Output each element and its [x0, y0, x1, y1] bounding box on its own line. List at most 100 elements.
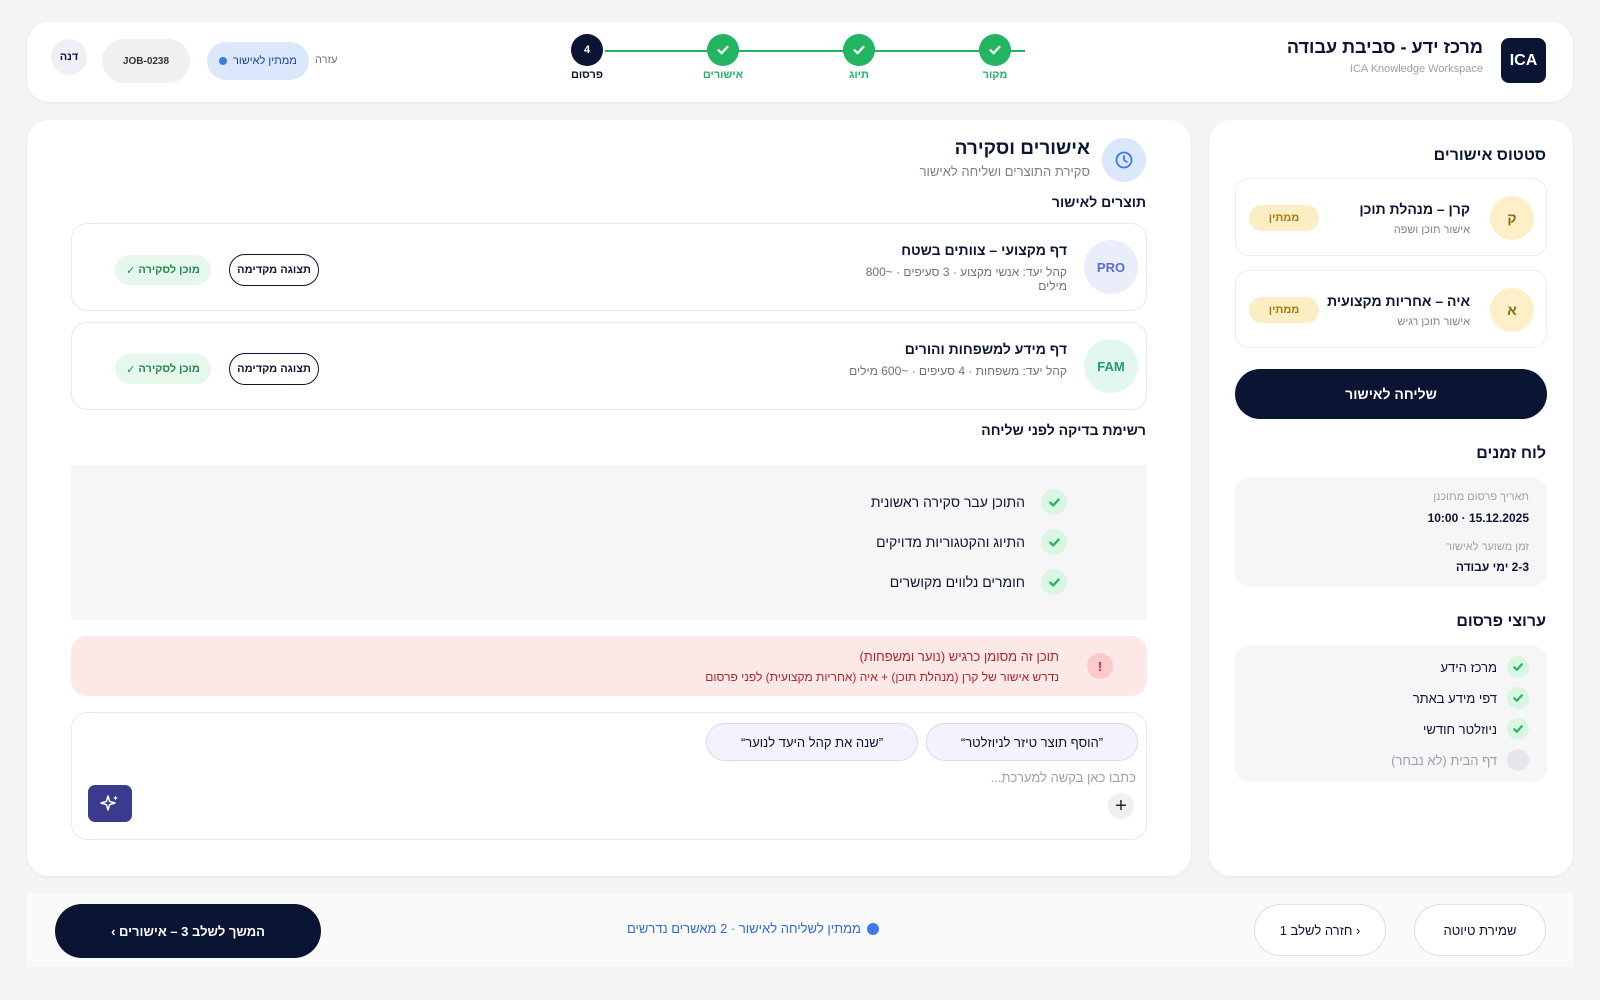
progress-stepper: מקור תיוג אישורים 4 פרסום: [571, 34, 1055, 90]
suggestion-chip[interactable]: ”הוסף תוצר טיזר לניוזלטר“: [926, 723, 1138, 761]
page-subtitle: סקירת התוצרים ושליחה לאישור: [919, 164, 1090, 179]
status-badge: מוכן לסקירה ✓: [115, 354, 211, 384]
channel-label: דף הבית (לא נבחר): [1391, 752, 1497, 768]
step-label: אישורים: [702, 69, 744, 81]
avatar: ק: [1490, 196, 1534, 240]
status-dot-icon: [219, 57, 227, 65]
product-meta: קהל יעד: משפחות · 4 סעיפים · ~600 מילים: [849, 364, 1067, 378]
timeline-box: תאריך פרסום מתוכנן 15.12.2025 · 10:00 זמ…: [1235, 478, 1547, 586]
channel-label: מרכז הידע: [1440, 659, 1497, 675]
approver-role: אישור תוכן רגיש: [1397, 316, 1470, 328]
preview-button[interactable]: תצוגה מקדימה: [229, 353, 319, 385]
avatar: א: [1490, 288, 1534, 332]
stepper-line: [605, 50, 1025, 52]
app-title: מרכז ידע - סביבת עבודה: [1286, 37, 1483, 57]
check-icon: [1507, 687, 1529, 709]
step-number: 4: [571, 34, 603, 66]
step-source[interactable]: מקור: [965, 34, 1025, 81]
check-icon: ✓: [126, 363, 136, 376]
channel-item[interactable]: מרכז הידע: [1440, 655, 1529, 679]
sparkle-icon[interactable]: [88, 785, 132, 822]
check-icon: [1041, 569, 1067, 595]
suggestion-chip[interactable]: ”שנה את קהל היעד לנוער“: [706, 723, 918, 761]
approver-card: ק קרן – מנהלת תוכן אישור תוכן ושפה ממתין: [1235, 178, 1547, 256]
approvals-heading: סטטוס אישורים: [1433, 147, 1546, 164]
top-header: ICA מרכז ידע - סביבת עבודה ICA Knowledge…: [27, 22, 1573, 102]
status-text: ממתין לאישור: [233, 55, 297, 67]
channel-item[interactable]: דפי מידע באתר: [1413, 686, 1529, 710]
approver-role: אישור תוכן ושפה: [1393, 224, 1470, 236]
status-badge: ממתין: [1249, 297, 1319, 323]
timeline-heading: לוח זמנים: [1476, 445, 1546, 462]
plus-icon[interactable]: +: [1108, 793, 1134, 819]
publish-date-value: 15.12.2025 · 10:00: [1427, 511, 1529, 525]
product-title: דף מידע למשפחות והורים: [904, 341, 1067, 357]
ready-label: מוכן לסקירה: [138, 363, 200, 375]
save-draft-button[interactable]: שמירת טיוטה: [1414, 904, 1546, 956]
user-avatar[interactable]: דנה: [51, 39, 87, 75]
checklist-item[interactable]: חומרים נלווים מקושרים: [890, 569, 1067, 595]
approver-name: קרן – מנהלת תוכן: [1359, 201, 1470, 217]
check-icon: ✓: [126, 264, 136, 277]
checklist-box: התוכן עבר סקירה ראשונית התיוג והקטגוריות…: [71, 465, 1147, 620]
app-logo: ICA: [1501, 38, 1546, 83]
checklist-item[interactable]: התיוג והקטגוריות מדויקים: [876, 529, 1067, 555]
channel-label: דפי מידע באתר: [1412, 690, 1497, 706]
channel-item[interactable]: דף הבית (לא נבחר): [1391, 748, 1529, 772]
channel-item[interactable]: ניוזלטר חודשי: [1423, 717, 1529, 741]
checklist-label: התיוג והקטגוריות מדויקים: [876, 534, 1025, 550]
help-link[interactable]: עזרה: [315, 54, 337, 66]
estimate-value: 2-3 ימי עבודה: [1455, 560, 1529, 574]
product-meta: קהל יעד: אנשי מקצוע · 3 סעיפים · ~800 מי…: [865, 265, 1067, 293]
product-code: FAM: [1084, 339, 1138, 393]
continue-button[interactable]: המשך לשלב 3 – אישורים ›: [55, 904, 321, 958]
footer-status: ממתין לשליחה לאישור · 2 מאשרים נדרשים: [627, 921, 879, 936]
alert-title: תוכן זה מסומן כרגיש (נוער ומשפחות): [859, 649, 1059, 664]
ready-label: מוכן לסקירה: [138, 264, 200, 276]
product-title: דף מקצועי – צוותים בשטח: [901, 242, 1067, 258]
check-icon: [843, 34, 875, 66]
approver-card: א איה – אחריות מקצועית אישור תוכן רגיש מ…: [1235, 270, 1547, 348]
status-pill: ממתין לאישור: [207, 42, 309, 80]
step-label: תיוג: [849, 69, 869, 81]
app-subtitle: ICA Knowledge Workspace: [1349, 63, 1483, 75]
check-icon: [1041, 529, 1067, 555]
step-publish[interactable]: 4 פרסום: [557, 34, 617, 81]
request-input[interactable]: [536, 767, 1136, 787]
status-dot-icon: [866, 922, 879, 935]
checklist-label: חומרים נלווים מקושרים: [889, 574, 1025, 590]
job-id-pill[interactable]: JOB-0238: [102, 39, 190, 83]
check-icon: [979, 34, 1011, 66]
channels-box: מרכז הידע דפי מידע באתר ניוזלטר חודשי דף…: [1235, 646, 1547, 782]
back-button[interactable]: ‹ חזרה לשלב 1: [1254, 904, 1386, 956]
product-card: PRO דף מקצועי – צוותים בשטח קהל יעד: אנש…: [71, 223, 1147, 311]
estimate-label: זמן משוער לאישור: [1446, 541, 1529, 553]
preview-button[interactable]: תצוגה מקדימה: [229, 254, 319, 286]
publish-date-label: תאריך פרסום מתוכנן: [1433, 491, 1529, 503]
checklist-heading: רשימת בדיקה לפני שליחה: [981, 422, 1146, 438]
channels-heading: ערוצי פרסום: [1456, 613, 1546, 630]
channel-label: ניוזלטר חודשי: [1423, 721, 1497, 737]
exclamation-icon: !: [1087, 653, 1113, 679]
send-for-approval-button[interactable]: שליחה לאישור: [1235, 369, 1547, 419]
approver-name: איה – אחריות מקצועית: [1327, 293, 1470, 309]
status-badge: מוכן לסקירה ✓: [115, 255, 211, 285]
checklist-item[interactable]: התוכן עבר סקירה ראשונית: [871, 489, 1067, 515]
product-card: FAM דף מידע למשפחות והורים קהל יעד: משפח…: [71, 322, 1147, 410]
footer-bar: שמירת טיוטה ‹ חזרה לשלב 1 ממתין לשליחה ל…: [27, 893, 1573, 967]
check-icon: [1041, 489, 1067, 515]
product-code: PRO: [1084, 240, 1138, 294]
step-label: מקור: [982, 69, 1008, 81]
step-approvals[interactable]: אישורים: [693, 34, 753, 81]
check-icon: [1507, 656, 1529, 678]
ai-composer: ”הוסף תוצר טיזר לניוזלטר“ ”שנה את קהל הי…: [71, 712, 1147, 840]
sidebar: סטטוס אישורים ק קרן – מנהלת תוכן אישור ת…: [1209, 120, 1573, 876]
alert-body: נדרש אישור של קרן (מנהלת תוכן) + איה (אח…: [705, 670, 1059, 684]
unchecked-icon: [1507, 749, 1529, 771]
check-icon: [1507, 718, 1529, 740]
step-tagging[interactable]: תיוג: [829, 34, 889, 81]
footer-status-text: ממתין לשליחה לאישור · 2 מאשרים נדרשים: [627, 921, 861, 936]
page-title: אישורים וסקירה: [954, 138, 1090, 159]
check-icon: [707, 34, 739, 66]
clock-icon: [1102, 138, 1146, 182]
